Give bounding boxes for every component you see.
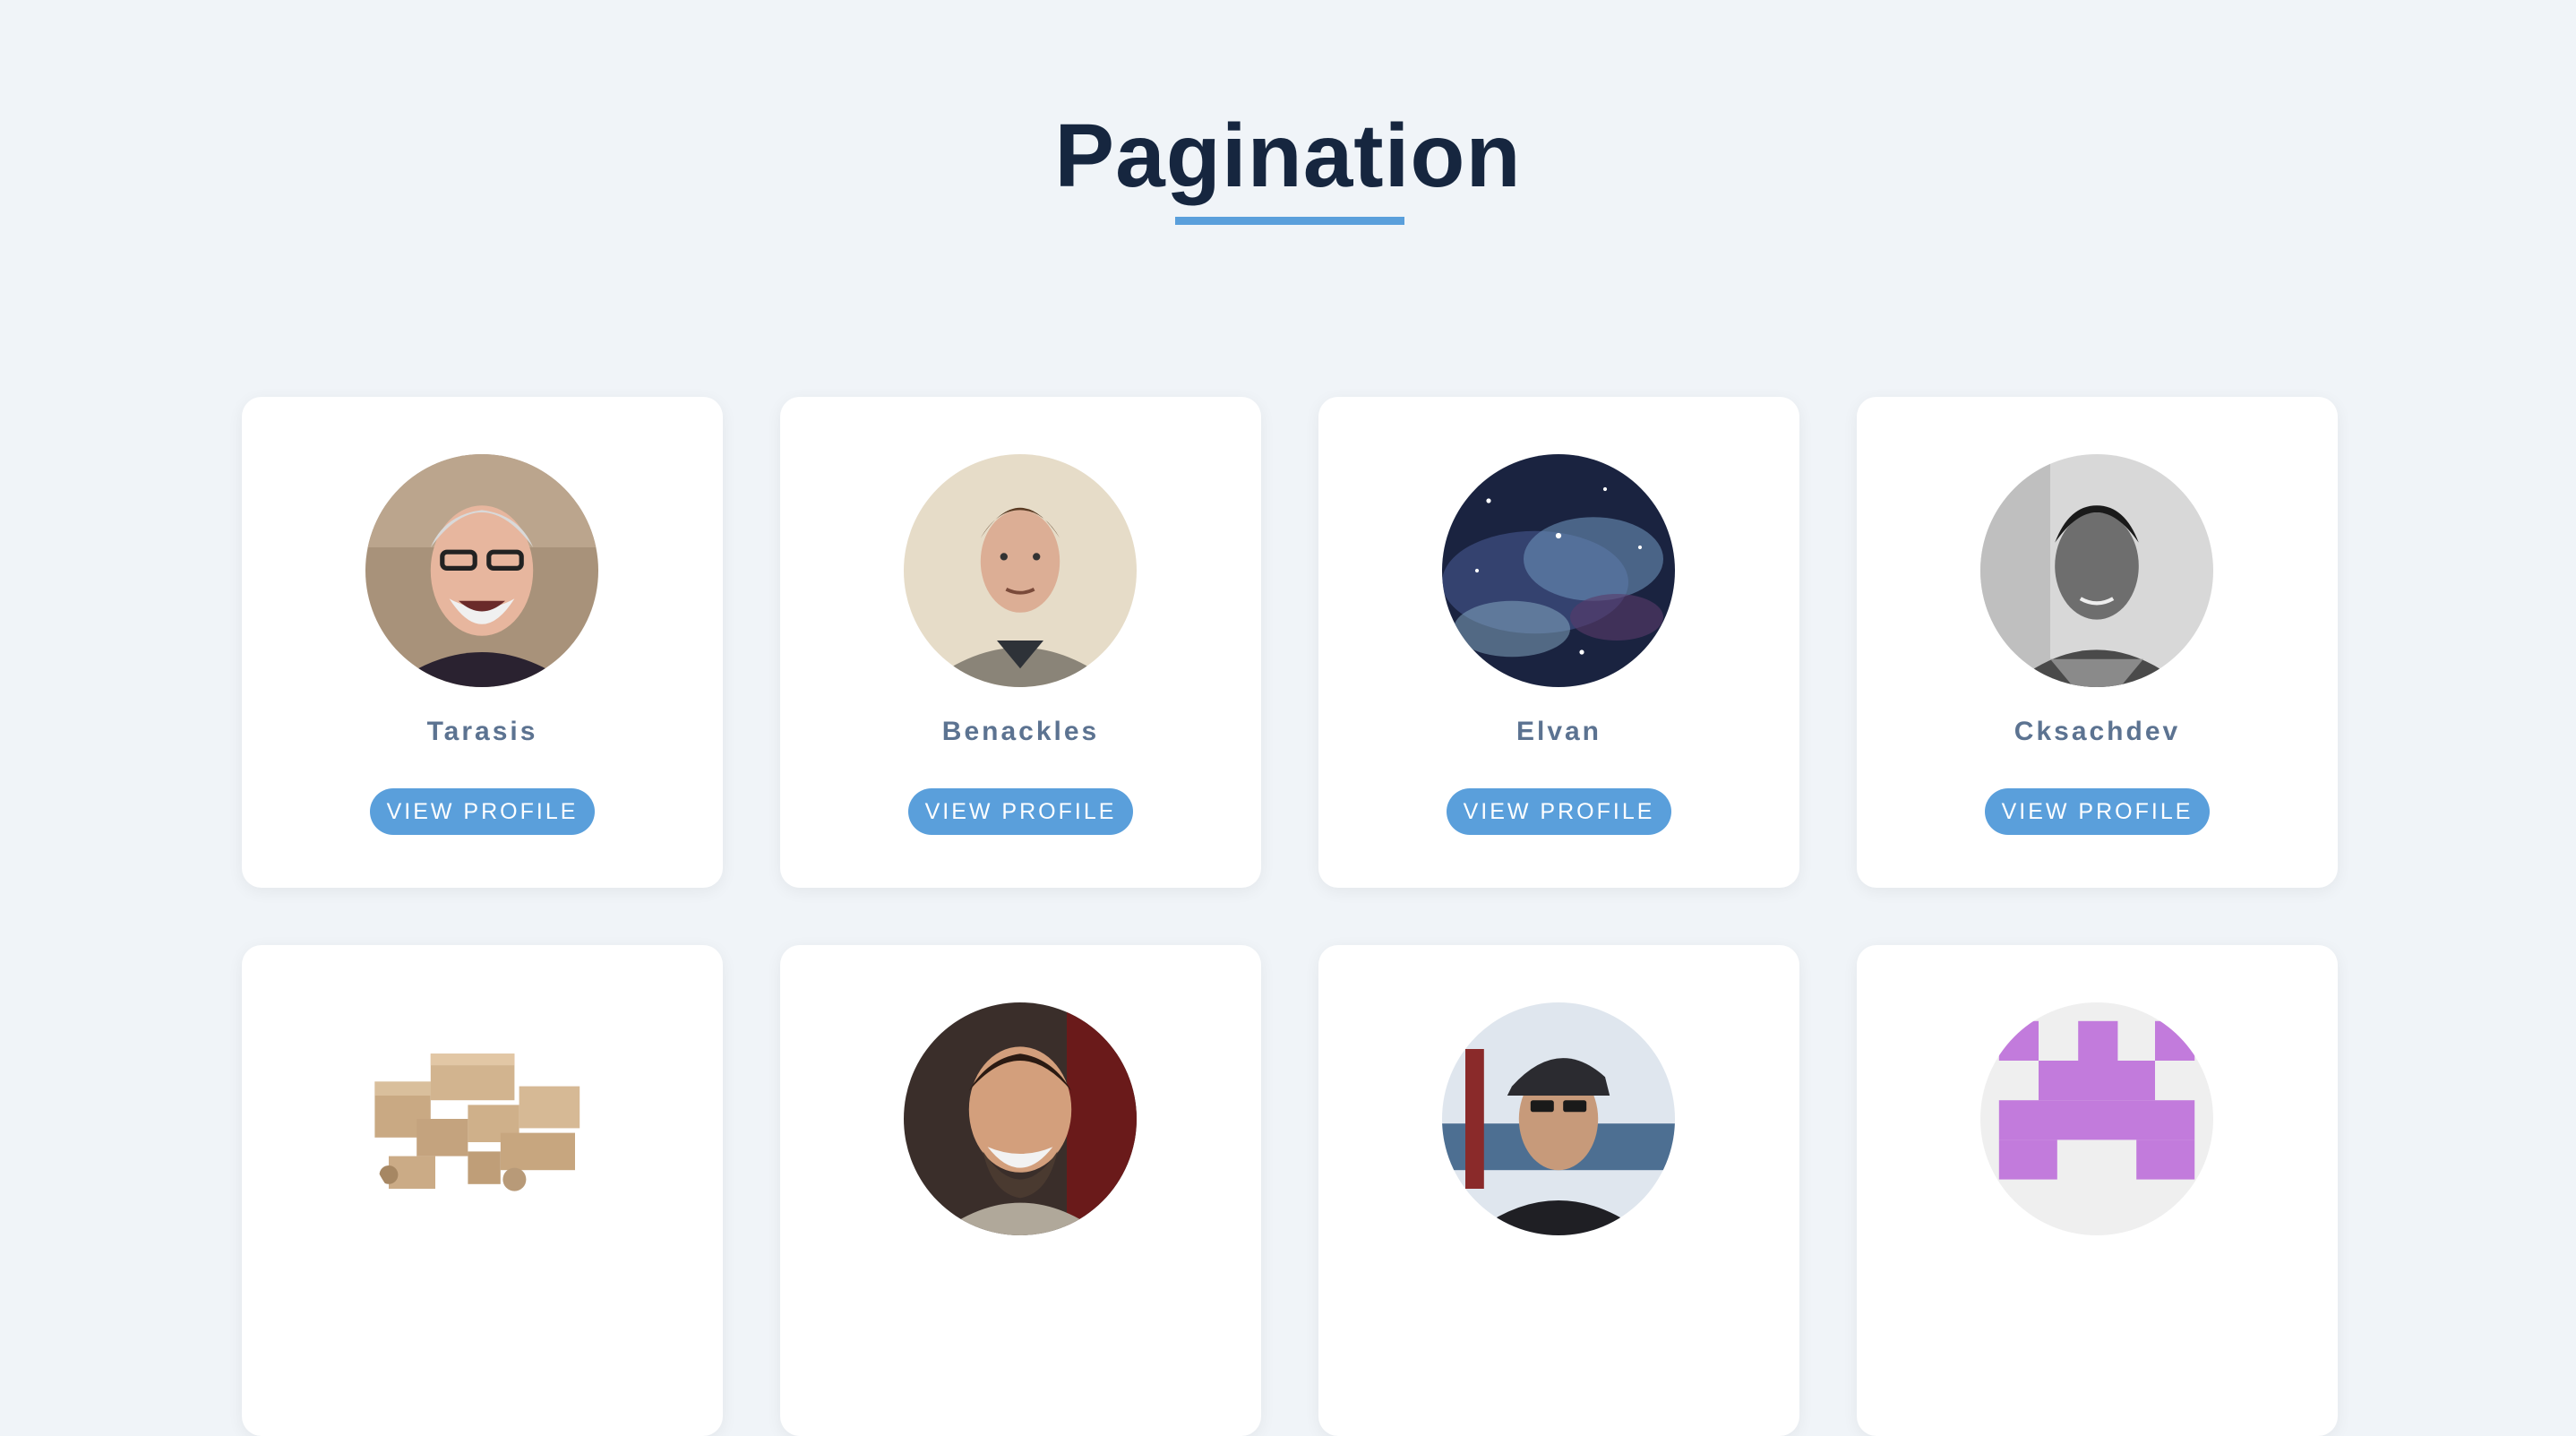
page-title: Pagination [1054,106,1522,206]
profile-name: Elvan [1516,717,1602,746]
profile-name: Tarasis [426,717,538,746]
view-profile-button[interactable]: VIEW PROFILE [370,788,595,835]
avatar-young-man[interactable] [904,454,1137,687]
title-underline [1175,217,1404,225]
avatar-man-cap[interactable] [1442,1002,1675,1235]
avatar-man-grayscale[interactable] [1980,454,2213,687]
profile-name: Cksachdev [2014,717,2181,746]
view-profile-button[interactable]: VIEW PROFILE [1985,788,2210,835]
avatar-purple-identicon[interactable] [1980,1002,2213,1235]
profile-card: Elvan VIEW PROFILE [1318,397,1799,888]
avatar-galaxy[interactable] [1442,454,1675,687]
profile-card: Tarasis VIEW PROFILE [242,397,723,888]
profile-card [242,945,723,1436]
profile-card: Cksachdev VIEW PROFILE [1857,397,2338,888]
profile-card [1857,945,2338,1436]
avatar-bearded-man[interactable] [904,1002,1137,1235]
profile-card [1318,945,1799,1436]
page-header: Pagination [0,0,2576,233]
view-profile-button[interactable]: VIEW PROFILE [908,788,1133,835]
profile-card: Benackles VIEW PROFILE [780,397,1261,888]
view-profile-button[interactable]: VIEW PROFILE [1447,788,1671,835]
profile-grid: Tarasis VIEW PROFILE Benackles VIEW PROF… [242,397,2338,1436]
profile-card [780,945,1261,1436]
avatar-cardboard-boxes[interactable] [365,1002,598,1235]
avatar-smiling-man-glasses[interactable] [365,454,598,687]
profile-name: Benackles [941,717,1100,746]
